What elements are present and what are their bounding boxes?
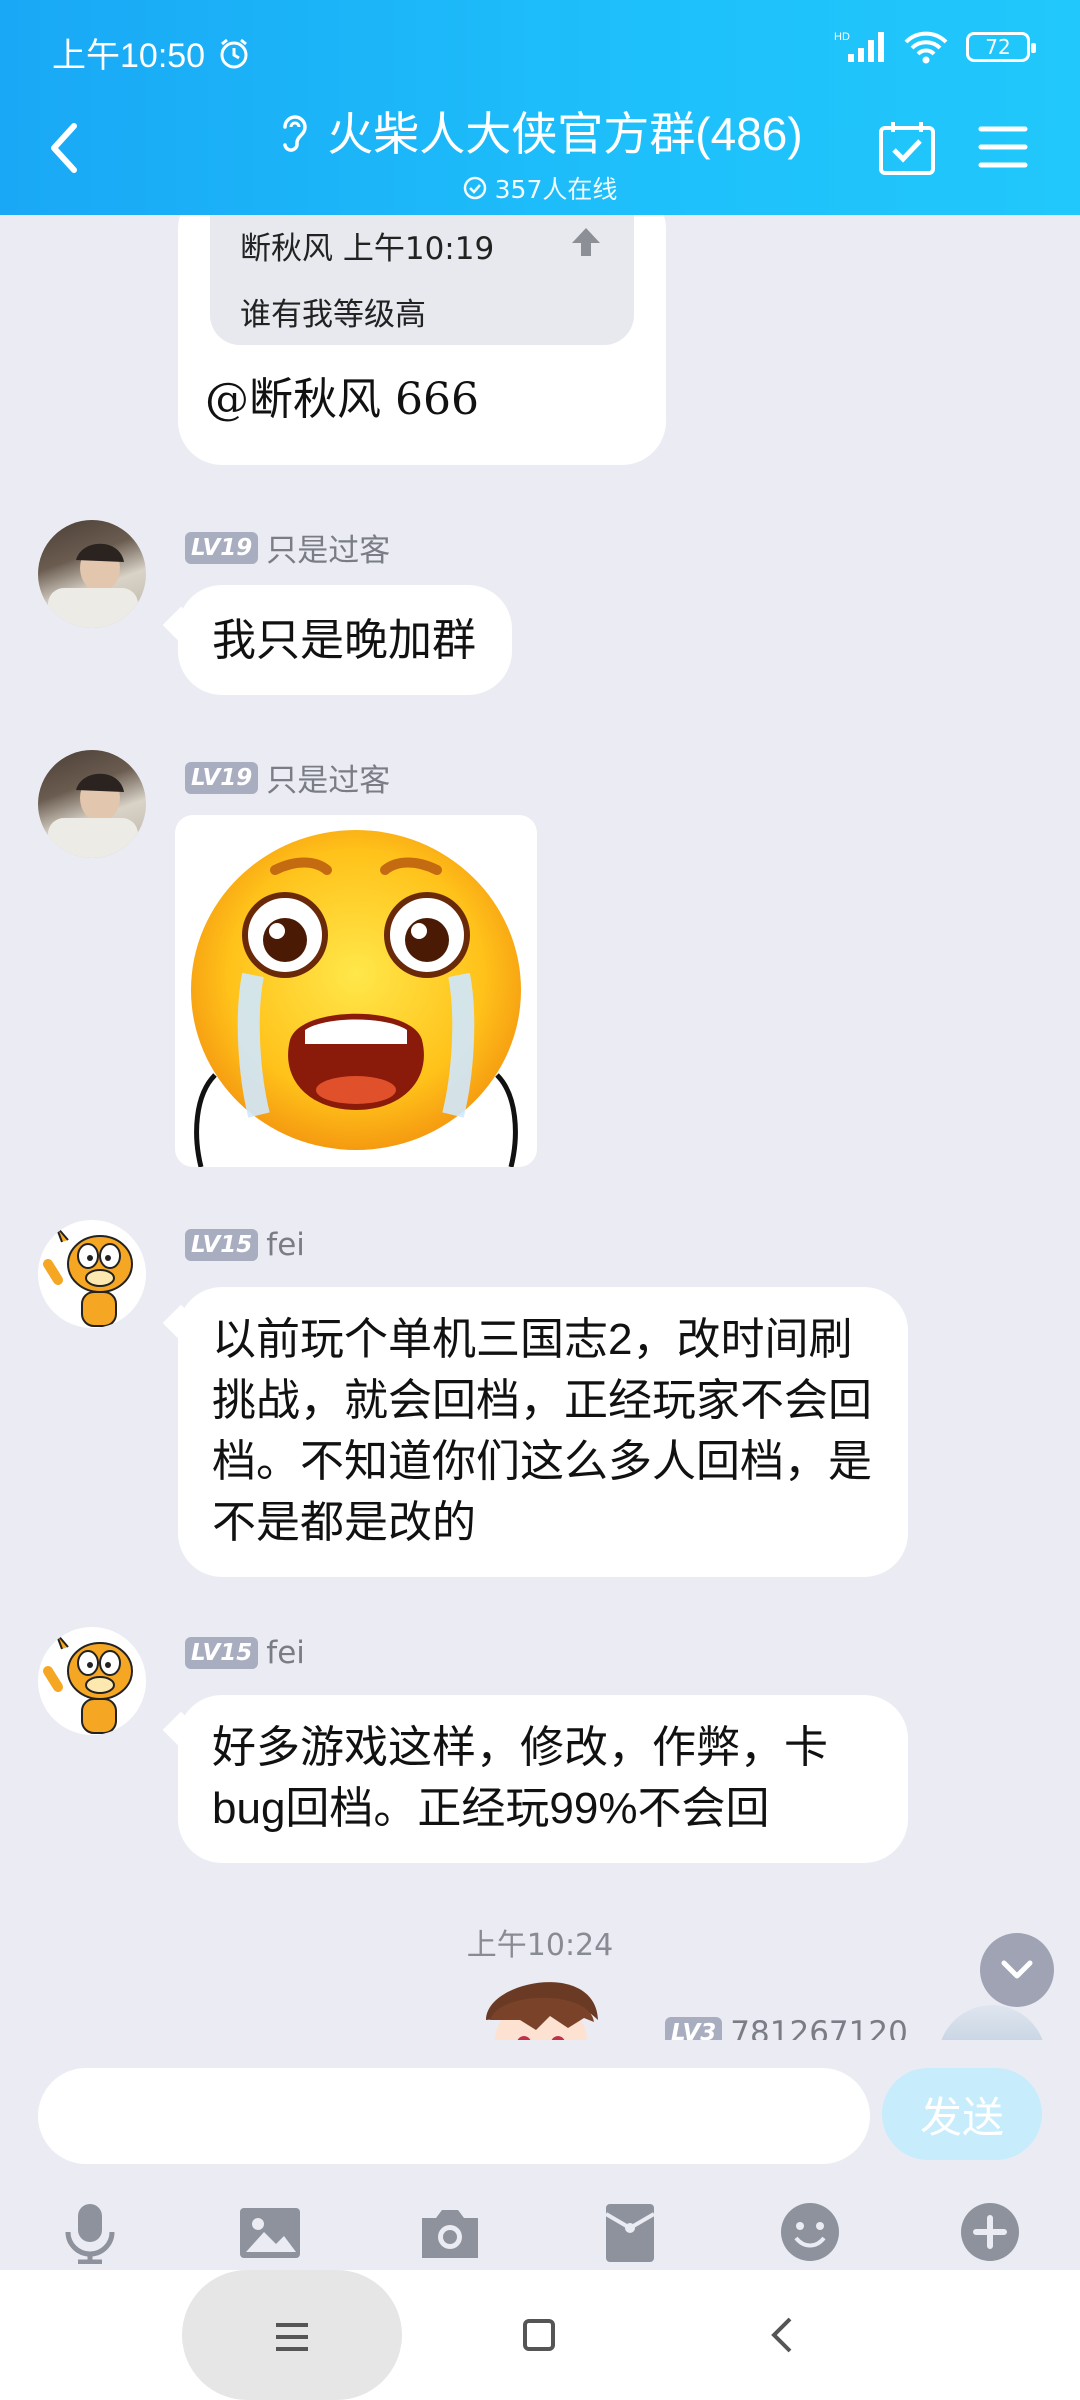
reply-text: @断秋风 666 xyxy=(205,374,479,425)
send-button[interactable]: 发送 xyxy=(882,2068,1042,2160)
message-line: 以前玩个单机三国志2，改时间刷 xyxy=(212,1315,853,1364)
status-icons: HD 72 xyxy=(834,30,1036,64)
chat-area[interactable]: 断秋风 上午10:19 谁有我等级高 @断秋风 666 LV19 只是过客 我只… xyxy=(0,215,1080,2065)
battery-level: 72 xyxy=(985,35,1011,59)
message-bubble[interactable]: 我只是晚加群 xyxy=(178,585,512,695)
sender-name: fei xyxy=(266,1635,305,1671)
message-text: 我只是晚加群 xyxy=(212,614,476,666)
message-input[interactable] xyxy=(38,2068,870,2164)
message-bubble[interactable]: 以前玩个单机三国志2，改时间刷 挑战，就会回档，正经玩家不会回 档。不知道你们这… xyxy=(178,1287,908,1577)
red-packet-icon[interactable] xyxy=(598,2200,662,2264)
level-badge: LV19 xyxy=(185,531,259,564)
scroll-down-icon xyxy=(1001,1960,1033,1979)
message-line: 挑战，就会回档，正经玩家不会回 xyxy=(212,1376,872,1425)
online-text: 357人在线 xyxy=(494,175,618,204)
recents-icon xyxy=(276,2323,308,2351)
sender-name: 只是过客 xyxy=(266,763,391,799)
scroll-down-button[interactable] xyxy=(980,1933,1054,2007)
level-badge: LV15 xyxy=(185,1637,259,1669)
message-line: bug回档。正经玩99%不会回 xyxy=(212,1784,770,1833)
microphone-icon[interactable] xyxy=(58,2200,122,2264)
group-title: 火柴人大侠官方群(486) xyxy=(327,108,803,160)
input-bar: 发送 xyxy=(0,2040,1080,2270)
sender-nameline: LV19 只是过客 xyxy=(185,525,390,570)
quoted-author-time: 断秋风 上午10:19 xyxy=(240,231,495,267)
jump-up-icon[interactable] xyxy=(568,225,604,259)
ear-icon xyxy=(283,115,308,152)
message-line: 档。不知道你们这么多人回档，是 xyxy=(212,1437,872,1486)
quoted-block[interactable]: 断秋风 上午10:19 谁有我等级高 xyxy=(210,215,634,345)
message-line: 好多游戏这样，修改，作弊，卡 xyxy=(212,1723,828,1772)
avatar[interactable] xyxy=(38,520,146,628)
online-check-icon xyxy=(463,176,486,200)
garfield-avatar[interactable] xyxy=(38,1627,146,1735)
signal-icon: HD xyxy=(834,31,884,62)
battery-indicator: 72 xyxy=(966,32,1036,62)
level-badge: LV19 xyxy=(185,761,259,794)
home-icon[interactable] xyxy=(522,2318,556,2352)
system-back-icon[interactable] xyxy=(770,2316,794,2354)
send-label: 发送 xyxy=(919,2092,1004,2142)
sender-nameline: LV15 fei xyxy=(185,1635,305,1671)
plus-icon[interactable] xyxy=(958,2200,1022,2264)
garfield-avatar[interactable] xyxy=(38,1220,146,1328)
menu-icon[interactable] xyxy=(978,124,1028,170)
sender-name: 只是过客 xyxy=(266,533,391,569)
quoted-text: 谁有我等级高 xyxy=(240,297,426,333)
camera-icon[interactable] xyxy=(418,2200,482,2264)
recent-apps-button[interactable] xyxy=(182,2270,402,2400)
level-badge: LV15 xyxy=(185,1229,259,1261)
system-nav-bar xyxy=(0,2270,1080,2400)
network-label: HD xyxy=(834,31,850,43)
timestamp: 上午10:24 xyxy=(466,1928,614,1963)
sender-nameline: LV19 只是过客 xyxy=(185,755,390,800)
image-icon[interactable] xyxy=(238,2200,302,2264)
emoji-icon[interactable] xyxy=(778,2200,842,2264)
message-bubble[interactable]: 好多游戏这样，修改，作弊，卡 bug回档。正经玩99%不会回 xyxy=(178,1695,908,1863)
calendar-check-icon[interactable] xyxy=(878,120,936,176)
header: 上午10:50 HD 72 火柴人大侠官方群(486) 357人在线 xyxy=(0,0,1080,215)
wifi-icon xyxy=(904,31,948,64)
sender-name: fei xyxy=(266,1227,305,1263)
alarm-icon xyxy=(220,38,248,68)
crying-sticker-image[interactable] xyxy=(175,815,537,1167)
avatar[interactable] xyxy=(38,750,146,858)
clock-text: 上午10:50 xyxy=(52,37,206,75)
message-line: 不是都是改的 xyxy=(212,1498,476,1547)
sender-nameline: LV15 fei xyxy=(185,1227,305,1263)
status-bar-time: 上午10:50 xyxy=(52,28,251,77)
